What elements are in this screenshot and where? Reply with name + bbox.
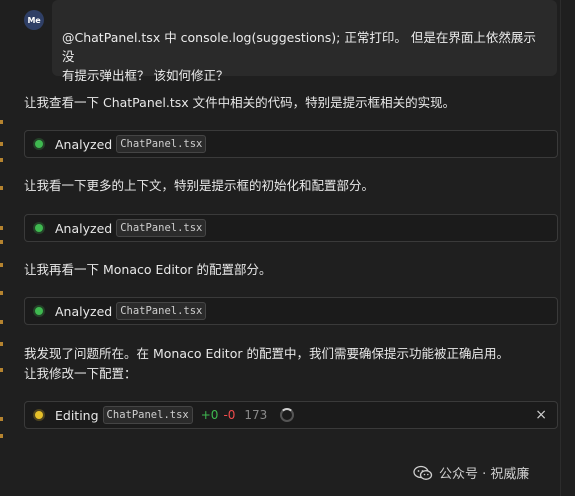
gutter-mark [0,434,3,438]
gutter-mark [0,120,3,124]
user-message-line: @ChatPanel.tsx 中 console.log(suggestions… [62,30,536,64]
tool-status: Analyzed [55,303,113,319]
loading-spinner-icon [280,408,295,422]
assistant-message: 我发现了问题所在。在 Monaco Editor 的配置中，我们需要确保提示功能… [24,344,559,384]
close-icon[interactable]: × [535,407,547,423]
gutter-mark [0,291,3,295]
lines-removed: -0 [223,408,236,422]
gutter-mark [0,342,3,346]
assistant-message: 让我再看一下 Monaco Editor 的配置部分。 [24,262,272,277]
gutter-mark [0,417,3,421]
file-chip[interactable]: ChatPanel.tsx [116,219,207,237]
file-chip[interactable]: ChatPanel.tsx [116,135,207,153]
gutter-mark [0,142,3,146]
editing-card[interactable]: Editing ChatPanel.tsx +0 -0 173 × [24,401,558,429]
user-message: @ChatPanel.tsx 中 console.log(suggestions… [52,0,557,83]
tool-status: Analyzed [55,136,113,152]
watermark: 公众号 · 祝威廉 [413,463,529,482]
status-dot-icon [35,307,43,315]
assistant-message: 让我看一下更多的上下文，特别是提示框的初始化和配置部分。 [24,178,375,193]
tool-status: Editing [55,407,99,423]
gutter-mark [0,240,3,244]
avatar: Me [24,10,44,30]
file-chip[interactable]: ChatPanel.tsx [102,406,193,424]
status-dot-icon [35,224,43,232]
tool-status: Analyzed [55,220,113,236]
gutter-mark [0,226,3,230]
assistant-message-line: 我发现了问题所在。在 Monaco Editor 的配置中，我们需要确保提示功能… [24,346,509,361]
tool-call-card[interactable]: Analyzed ChatPanel.tsx [24,297,558,325]
gutter-mark [0,320,3,324]
line-count: 173 [244,408,268,422]
tool-call-card[interactable]: Analyzed ChatPanel.tsx [24,214,558,242]
assistant-message-line: 让我修改一下配置： [24,366,137,381]
gutter-mark [0,158,3,162]
gutter-mark [0,186,3,190]
assistant-message: 让我查看一下 ChatPanel.tsx 文件中相关的代码，特别是提示框相关的实… [24,95,456,110]
file-chip[interactable]: ChatPanel.tsx [116,302,207,320]
tool-call-card[interactable]: Analyzed ChatPanel.tsx [24,130,558,158]
gutter-mark [0,368,3,372]
status-dot-icon [35,140,43,148]
wechat-icon [413,465,433,480]
gutter-mark [0,263,3,267]
user-message-line: 有提示弹出框？ 该如何修正？ [62,68,229,83]
panel-divider [560,0,561,496]
lines-added: +0 [200,408,219,422]
watermark-text: 公众号 · 祝威廉 [439,467,530,482]
status-dot-icon [35,411,43,419]
